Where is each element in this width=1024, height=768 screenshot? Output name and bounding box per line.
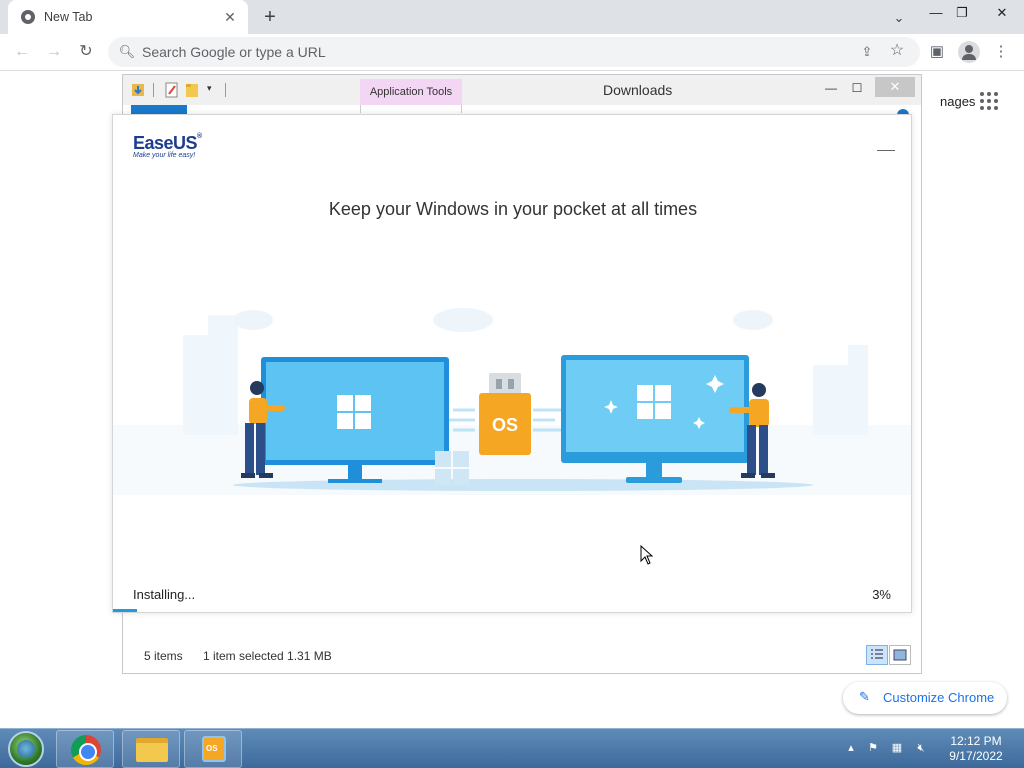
properties-icon[interactable]: [131, 82, 145, 98]
google-apps-icon[interactable]: [980, 92, 1000, 112]
customize-toolbar-dropdown-icon[interactable]: ▾: [207, 83, 212, 94]
chrome-menu-icon[interactable]: ⋮: [990, 41, 1012, 63]
tab-new-tab[interactable]: New Tab ✕: [8, 0, 248, 34]
windows-to-go-illustration: OS: [113, 308, 911, 495]
taskbar-easeus-button[interactable]: OS: [184, 730, 242, 768]
omnibox-placeholder[interactable]: Search Google or type a URL: [142, 44, 326, 60]
tab-close-icon[interactable]: ✕: [220, 7, 240, 27]
tab-search-chevron-icon[interactable]: ⌄: [888, 7, 910, 29]
toolbar-divider: [153, 83, 154, 97]
action-center-flag-icon[interactable]: ⚑: [866, 741, 880, 755]
taskbar-chrome-button[interactable]: [56, 730, 114, 768]
application-tools-tab[interactable]: Application Tools: [360, 79, 462, 105]
explorer-maximize-button[interactable]: ☐: [843, 78, 871, 98]
share-icon[interactable]: ⇪: [858, 43, 876, 61]
install-progress-fill: [113, 609, 137, 612]
large-icons-view-icon[interactable]: [889, 645, 911, 665]
left-monitor: [261, 357, 449, 483]
chrome-tab-strip: New Tab ✕ + ⌄ — ❐ ✕: [0, 0, 1024, 34]
window-close-button[interactable]: ✕: [988, 2, 1016, 24]
explorer-minimize-button[interactable]: —: [817, 78, 845, 98]
easeus-logo: EaseUS® Make your life easy!: [133, 133, 202, 159]
volume-muted-icon[interactable]: 🔇︎: [914, 741, 928, 755]
tab-title: New Tab: [44, 10, 93, 24]
status-selection: 1 item selected 1.31 MB: [203, 649, 332, 663]
window-restore-button[interactable]: ❐: [948, 2, 976, 24]
folder-icon: [136, 738, 168, 762]
network-icon[interactable]: ▦: [890, 741, 904, 755]
new-tab-button[interactable]: +: [258, 5, 282, 29]
chrome-logo-icon: [71, 735, 101, 765]
taskbar-clock[interactable]: 12:12 PM 9/17/2022: [940, 734, 1012, 764]
show-hidden-icons-icon[interactable]: ▴: [844, 741, 858, 755]
window-minimize-button[interactable]: —: [922, 2, 950, 24]
ntp-images-link[interactable]: nages: [940, 94, 975, 109]
usb-os-label: OS: [492, 415, 518, 435]
start-button-icon[interactable]: [8, 731, 44, 767]
logo-brand: EaseUS: [133, 133, 198, 153]
explorer-status-bar: 5 items 1 item selected 1.31 MB: [123, 639, 921, 673]
pencil-icon: ✎: [859, 689, 870, 704]
forward-arrow-icon[interactable]: →: [42, 40, 66, 64]
status-item-count: 5 items: [144, 649, 183, 663]
bookmark-star-icon[interactable]: ☆: [888, 42, 906, 60]
new-document-icon[interactable]: [165, 82, 179, 98]
chrome-favicon-icon: [21, 10, 35, 24]
explorer-title: Downloads: [603, 82, 673, 98]
mouse-cursor-icon: [640, 545, 654, 565]
profile-avatar-icon[interactable]: [958, 41, 980, 63]
omnibox[interactable]: 🔍︎ Search Google or type a URL ⇪ ☆: [108, 37, 920, 67]
clock-date: 9/17/2022: [949, 749, 1003, 763]
easeus-installer-window: EaseUS® Make your life easy! Keep your W…: [112, 114, 912, 613]
side-panel-icon[interactable]: ▣: [926, 41, 948, 63]
customize-chrome-button[interactable]: ✎ Customize Chrome: [843, 682, 1007, 714]
floor-shadow: [233, 479, 813, 491]
new-folder-icon[interactable]: [185, 82, 199, 98]
application-tools-tab-frame: [360, 105, 462, 113]
installer-minimize-button[interactable]: [877, 137, 895, 151]
taskbar-explorer-button[interactable]: [122, 730, 180, 768]
customize-chrome-label: Customize Chrome: [883, 690, 995, 705]
details-view-icon[interactable]: [866, 645, 888, 665]
clock-time: 12:12 PM: [950, 734, 1002, 748]
chrome-toolbar: ← → ↻ 🔍︎ Search Google or type a URL ⇪ ☆…: [0, 34, 1024, 71]
installer-headline: Keep your Windows in your pocket at all …: [328, 199, 698, 219]
install-progress-bar: [113, 609, 911, 612]
explorer-title-bar: ▾ Application Tools Downloads — ☐ ✕: [123, 75, 921, 113]
windows-taskbar: OS ▴ ⚑ ▦ 🔇︎ 12:12 PM 9/17/2022: [0, 728, 1024, 768]
install-percent-text: 3%: [872, 587, 891, 602]
toolbar-divider: [225, 83, 226, 97]
back-arrow-icon[interactable]: ←: [10, 40, 34, 64]
easeus-os2go-icon: OS: [202, 736, 226, 762]
explorer-close-button[interactable]: ✕: [875, 77, 915, 97]
search-icon: 🔍︎: [118, 44, 136, 59]
reload-icon[interactable]: ↻: [74, 40, 98, 64]
logo-tagline: Make your life easy!: [133, 152, 196, 159]
install-status-text: Installing...: [133, 587, 196, 602]
